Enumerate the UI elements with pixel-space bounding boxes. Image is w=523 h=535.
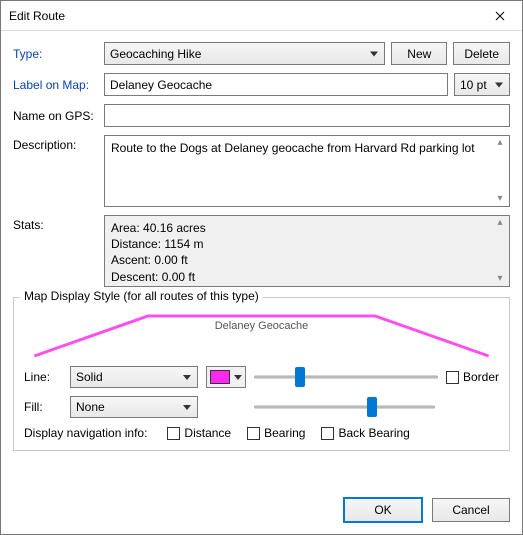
line-color-button[interactable] bbox=[206, 366, 246, 388]
checkbox-box bbox=[446, 371, 459, 384]
scroll-down-icon[interactable]: ▾ bbox=[493, 274, 507, 284]
description-textarea[interactable]: Route to the Dogs at Delaney geocache fr… bbox=[104, 135, 510, 207]
slider-thumb[interactable] bbox=[367, 397, 377, 417]
chevron-down-icon bbox=[183, 375, 191, 380]
row-fill-style: Fill: None bbox=[24, 396, 499, 418]
slider-thumb[interactable] bbox=[295, 367, 305, 387]
row-nav-info: Display navigation info: Distance Bearin… bbox=[24, 426, 499, 440]
preview-label: Delaney Geocache bbox=[215, 320, 309, 332]
description-text: Route to the Dogs at Delaney geocache fr… bbox=[111, 141, 475, 155]
bearing-checkbox[interactable]: Bearing bbox=[247, 426, 305, 440]
row-description: Description: Route to the Dogs at Delane… bbox=[13, 135, 510, 207]
chevron-down-icon bbox=[495, 82, 503, 87]
scroll-up-icon[interactable]: ▴ bbox=[493, 138, 507, 148]
stats-box: Area: 40.16 acres Distance: 1154 m Ascen… bbox=[104, 215, 510, 287]
row-type: Type: Geocaching Hike New Delete bbox=[13, 42, 510, 65]
label-on-map-input[interactable] bbox=[104, 73, 448, 96]
ok-button[interactable]: OK bbox=[344, 498, 422, 522]
row-label-on-map: Label on Map: 10 pt bbox=[13, 73, 510, 96]
group-title: Map Display Style (for all routes of thi… bbox=[20, 289, 263, 303]
map-display-style-group: Map Display Style (for all routes of thi… bbox=[13, 297, 510, 451]
type-combo[interactable]: Geocaching Hike bbox=[104, 42, 385, 65]
distance-checkbox[interactable]: Distance bbox=[167, 426, 231, 440]
label-type: Type: bbox=[13, 47, 98, 61]
stats-area: Area: 40.16 acres bbox=[111, 220, 503, 236]
scroll-up-icon[interactable]: ▴ bbox=[493, 218, 507, 228]
line-width-slider[interactable] bbox=[254, 366, 438, 388]
chevron-down-icon bbox=[370, 51, 378, 56]
distance-label: Distance bbox=[184, 426, 231, 440]
row-name-on-gps: Name on GPS: bbox=[13, 104, 510, 127]
fill-style-combo[interactable]: None bbox=[70, 396, 198, 418]
stats-ascent: Ascent: 0.00 ft bbox=[111, 252, 503, 268]
checkbox-box bbox=[321, 427, 334, 440]
name-on-gps-label: Name on GPS: bbox=[13, 109, 98, 123]
close-button[interactable] bbox=[477, 1, 522, 31]
font-size-value: 10 pt bbox=[460, 78, 487, 92]
name-on-gps-input[interactable] bbox=[104, 104, 510, 127]
scroll-down-icon[interactable]: ▾ bbox=[493, 194, 507, 204]
chevron-down-icon bbox=[183, 405, 191, 410]
checkbox-box bbox=[247, 427, 260, 440]
style-preview: Delaney Geocache bbox=[24, 308, 499, 358]
fill-style-value: None bbox=[76, 400, 105, 414]
route-preview-line bbox=[24, 308, 499, 358]
checkbox-box bbox=[167, 427, 180, 440]
chevron-down-icon bbox=[234, 375, 242, 380]
label-on-map-label: Label on Map: bbox=[13, 78, 98, 92]
color-swatch bbox=[210, 370, 230, 384]
border-checkbox[interactable]: Border bbox=[446, 370, 499, 384]
font-size-combo[interactable]: 10 pt bbox=[454, 73, 510, 96]
row-stats: Stats: Area: 40.16 acres Distance: 1154 … bbox=[13, 215, 510, 287]
delete-button[interactable]: Delete bbox=[453, 42, 510, 65]
type-value: Geocaching Hike bbox=[110, 47, 201, 61]
cancel-button[interactable]: Cancel bbox=[432, 498, 510, 522]
border-label: Border bbox=[463, 370, 499, 384]
dialog-body: Type: Geocaching Hike New Delete Label o… bbox=[1, 31, 522, 488]
fill-opacity-slider[interactable] bbox=[254, 396, 435, 418]
bearing-label: Bearing bbox=[264, 426, 305, 440]
stats-distance: Distance: 1154 m bbox=[111, 236, 503, 252]
close-icon bbox=[495, 11, 505, 21]
line-style-value: Solid bbox=[76, 370, 103, 384]
slider-track bbox=[254, 376, 438, 379]
new-button[interactable]: New bbox=[391, 42, 447, 65]
description-label: Description: bbox=[13, 135, 98, 152]
title-bar: Edit Route bbox=[1, 1, 522, 31]
slider-track bbox=[254, 406, 435, 409]
back-bearing-checkbox[interactable]: Back Bearing bbox=[321, 426, 409, 440]
dialog-footer: OK Cancel bbox=[1, 488, 522, 534]
fill-label: Fill: bbox=[24, 400, 62, 414]
nav-info-label: Display navigation info: bbox=[24, 426, 147, 440]
window-title: Edit Route bbox=[9, 9, 477, 23]
stats-descent: Descent: 0.00 ft bbox=[111, 269, 503, 285]
row-line-style: Line: Solid Border bbox=[24, 366, 499, 388]
back-bearing-label: Back Bearing bbox=[338, 426, 409, 440]
stats-label: Stats: bbox=[13, 215, 98, 232]
line-style-combo[interactable]: Solid bbox=[70, 366, 198, 388]
line-label: Line: bbox=[24, 370, 62, 384]
